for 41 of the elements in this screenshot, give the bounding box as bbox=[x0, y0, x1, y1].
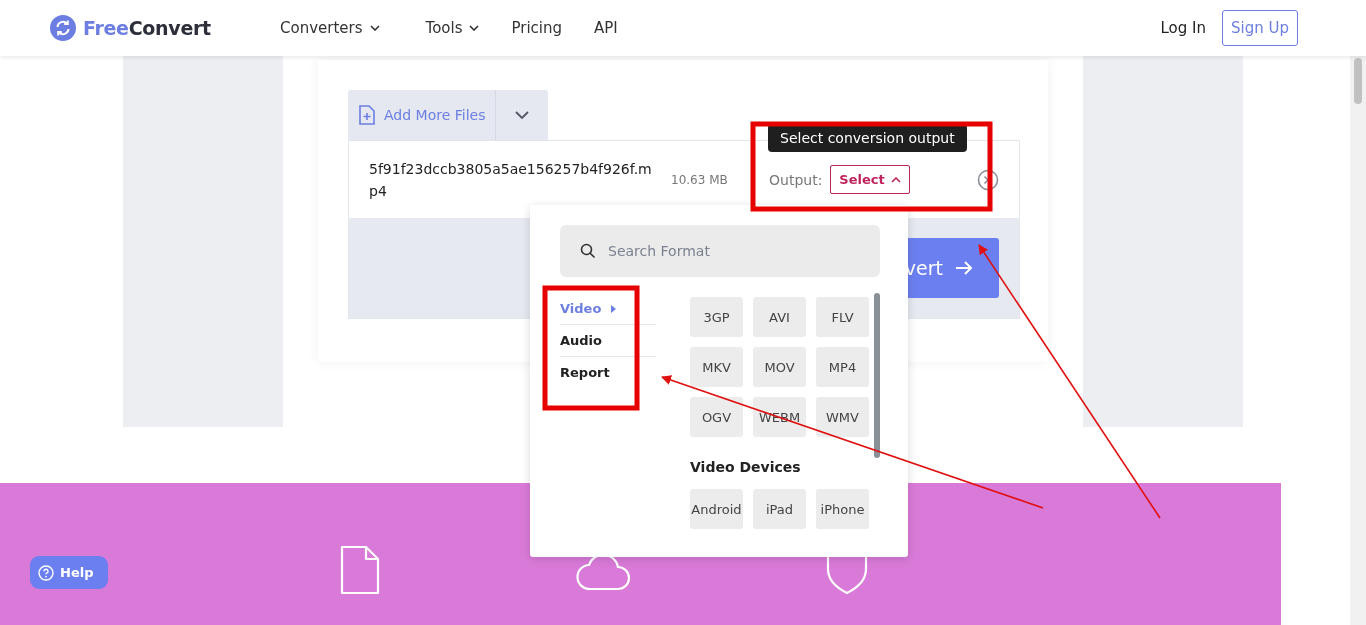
question-icon bbox=[38, 564, 54, 581]
logo-icon[interactable] bbox=[50, 15, 76, 41]
file-icon bbox=[340, 545, 380, 595]
category-item[interactable]: Report bbox=[560, 357, 656, 388]
nav-link[interactable]: Tools bbox=[425, 19, 480, 37]
help-button[interactable]: Help bbox=[30, 556, 108, 589]
nav-link[interactable]: API bbox=[594, 19, 618, 37]
chevron-icon bbox=[469, 25, 480, 31]
format-option[interactable]: WMV bbox=[816, 397, 869, 437]
format-option[interactable]: iPad bbox=[753, 489, 806, 529]
nav-link[interactable]: Converters bbox=[280, 19, 380, 37]
scrollbar[interactable] bbox=[1350, 56, 1366, 625]
format-option[interactable]: iPhone bbox=[816, 489, 869, 529]
output-label: Output: bbox=[769, 171, 823, 188]
close-icon[interactable] bbox=[977, 168, 999, 191]
category-item[interactable]: Video bbox=[560, 293, 656, 325]
format-option[interactable]: MP4 bbox=[816, 347, 869, 387]
file-plus-icon bbox=[358, 105, 376, 125]
format-option[interactable]: MOV bbox=[753, 347, 806, 387]
signup-button[interactable]: Sign Up bbox=[1222, 10, 1298, 46]
arrow-icon bbox=[955, 260, 973, 276]
section-heading: Video Devices bbox=[690, 459, 802, 475]
format-option[interactable]: OGV bbox=[690, 397, 743, 437]
category-item[interactable]: Audio bbox=[560, 325, 656, 357]
search-field[interactable]: Search Format bbox=[560, 225, 880, 277]
chevron-icon bbox=[515, 111, 530, 119]
format-option[interactable]: Android bbox=[690, 489, 743, 529]
caret-icon bbox=[611, 304, 617, 313]
scrollbar-thumb[interactable] bbox=[874, 293, 880, 458]
nav-link[interactable]: Pricing bbox=[511, 19, 563, 37]
login-link[interactable]: Log In bbox=[1160, 19, 1206, 37]
format-option[interactable]: FLV bbox=[816, 297, 869, 337]
chevron-icon bbox=[369, 25, 380, 31]
logo-text[interactable]: FreeConvert bbox=[83, 17, 211, 39]
format-option[interactable]: MKV bbox=[690, 347, 743, 387]
file-size: 10.63 MB bbox=[671, 172, 729, 187]
select-dropdown[interactable]: Select bbox=[830, 165, 910, 194]
format-option[interactable]: 3GP bbox=[690, 297, 743, 337]
chevron-icon bbox=[890, 176, 901, 183]
file-name: 5f91f23dccb3805a5ae156257b4f926f.mp4 bbox=[369, 159, 653, 201]
format-option[interactable]: AVI bbox=[753, 297, 806, 337]
